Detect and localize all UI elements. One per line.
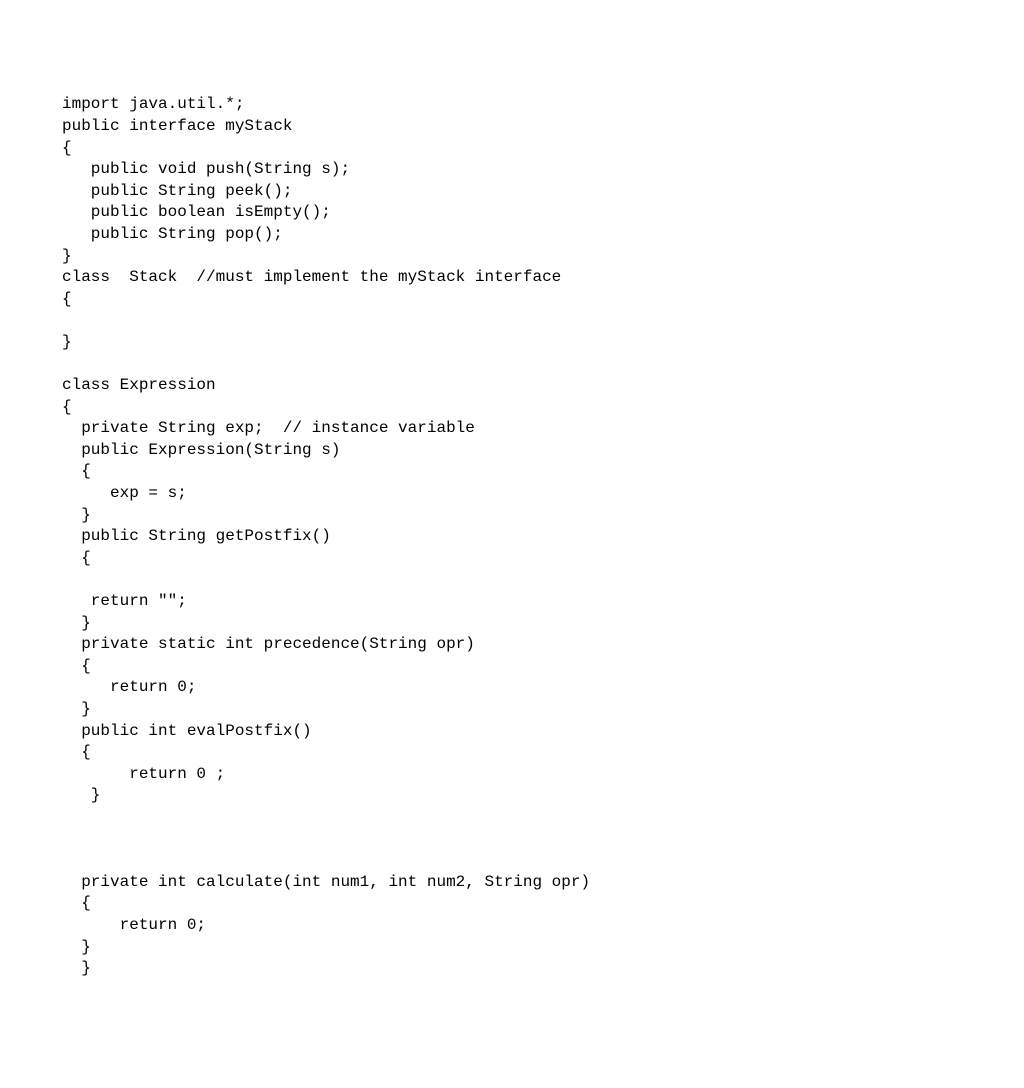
code-content: import java.util.*; public interface myS…: [62, 95, 590, 977]
code-block: import java.util.*; public interface myS…: [62, 94, 1024, 979]
